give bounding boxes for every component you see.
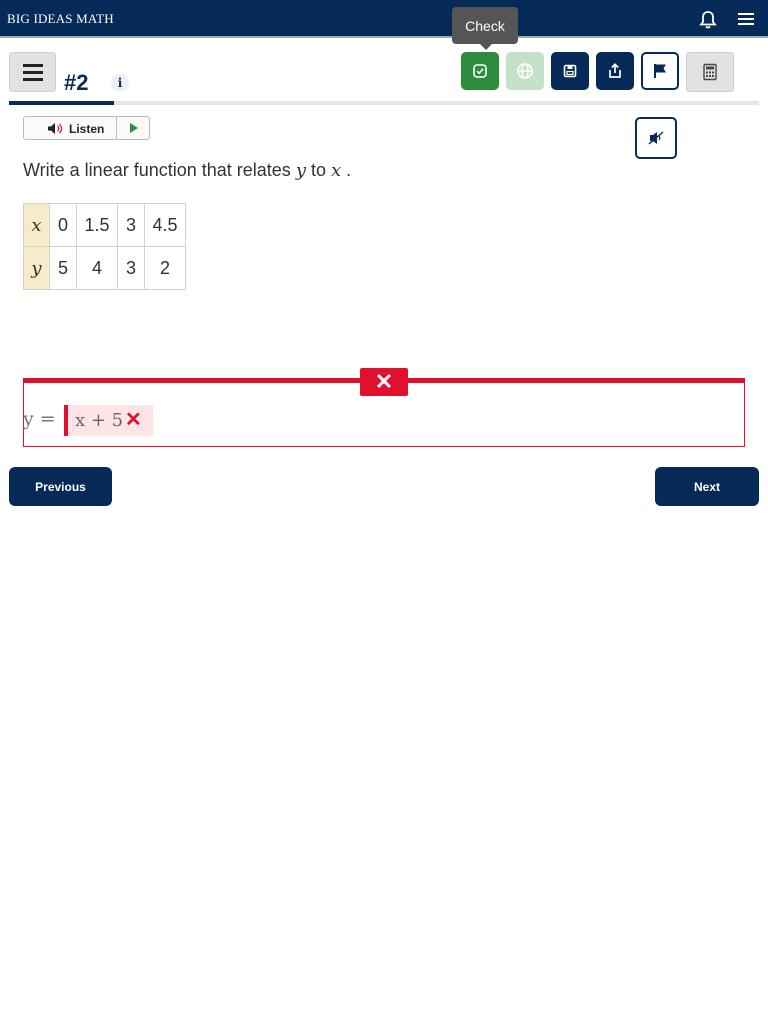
table-cell: 3 xyxy=(117,246,145,290)
progress-bar xyxy=(9,101,759,105)
incorrect-icon: ✕ xyxy=(125,409,142,431)
next-button[interactable]: Next xyxy=(655,467,759,506)
listen-label: Listen xyxy=(69,122,105,136)
table-cell: 1.5 xyxy=(76,203,118,247)
check-button[interactable] xyxy=(461,52,499,90)
table-header-y: y xyxy=(23,246,50,290)
prompt-var-x: x xyxy=(331,160,342,181)
progress-fill xyxy=(9,101,114,105)
globe-button[interactable] xyxy=(506,52,544,90)
play-icon xyxy=(130,123,138,133)
flag-button[interactable] xyxy=(641,52,679,90)
speaker-icon xyxy=(48,123,63,134)
table-cell: 0 xyxy=(49,203,77,247)
globe-icon xyxy=(517,63,533,79)
question-menu-button[interactable] xyxy=(9,52,56,92)
table-cell: 3 xyxy=(117,203,145,247)
previous-button[interactable]: Previous xyxy=(9,467,112,506)
prompt-text-middle: to xyxy=(305,160,331,180)
xy-table: x 0 1.5 3 4.5 y 5 4 3 2 xyxy=(23,203,186,290)
table-row: x 0 1.5 3 4.5 xyxy=(23,203,186,247)
mute-button[interactable] xyxy=(635,117,677,159)
answer-value: x + 5 xyxy=(75,410,124,431)
menu-icon[interactable] xyxy=(738,13,754,27)
mute-icon xyxy=(648,131,664,145)
save-button[interactable] xyxy=(551,52,589,90)
share-button[interactable] xyxy=(596,52,634,90)
calculator-button[interactable] xyxy=(686,52,734,92)
bell-icon[interactable] xyxy=(698,10,718,30)
check-tooltip: Check xyxy=(452,7,518,50)
close-icon: ✕ xyxy=(374,369,394,394)
incorrect-badge: ✕ xyxy=(360,368,408,396)
prompt-text-end: . xyxy=(341,160,352,180)
save-icon xyxy=(563,64,577,78)
answer-lhs-text: y = xyxy=(23,408,56,430)
play-button[interactable] xyxy=(116,117,151,139)
answer-lhs: y = xyxy=(23,408,56,430)
info-icon[interactable]: i xyxy=(111,74,129,92)
table-row: y 5 4 3 2 xyxy=(23,246,186,290)
table-header-x: x xyxy=(23,203,50,247)
question-prompt: Write a linear function that relates y t… xyxy=(23,160,351,181)
top-bar: BIG IDEAS MATH xyxy=(0,0,768,38)
table-cell: 4 xyxy=(76,246,118,290)
check-icon xyxy=(473,64,487,78)
listen-button[interactable]: Listen xyxy=(23,116,150,140)
table-cell: 4.5 xyxy=(144,203,186,247)
brand-title: BIG IDEAS MATH xyxy=(7,11,114,26)
calculator-icon xyxy=(703,63,717,81)
answer-input[interactable]: x + 5 ✕ xyxy=(64,405,153,436)
share-icon xyxy=(609,63,621,78)
table-cell: 5 xyxy=(49,246,77,290)
flag-icon xyxy=(654,64,666,78)
table-cell: 2 xyxy=(144,246,186,290)
question-number: #2 xyxy=(64,70,89,95)
prompt-var-y: y xyxy=(295,160,306,181)
prompt-text-start: Write a linear function that relates xyxy=(23,160,296,180)
